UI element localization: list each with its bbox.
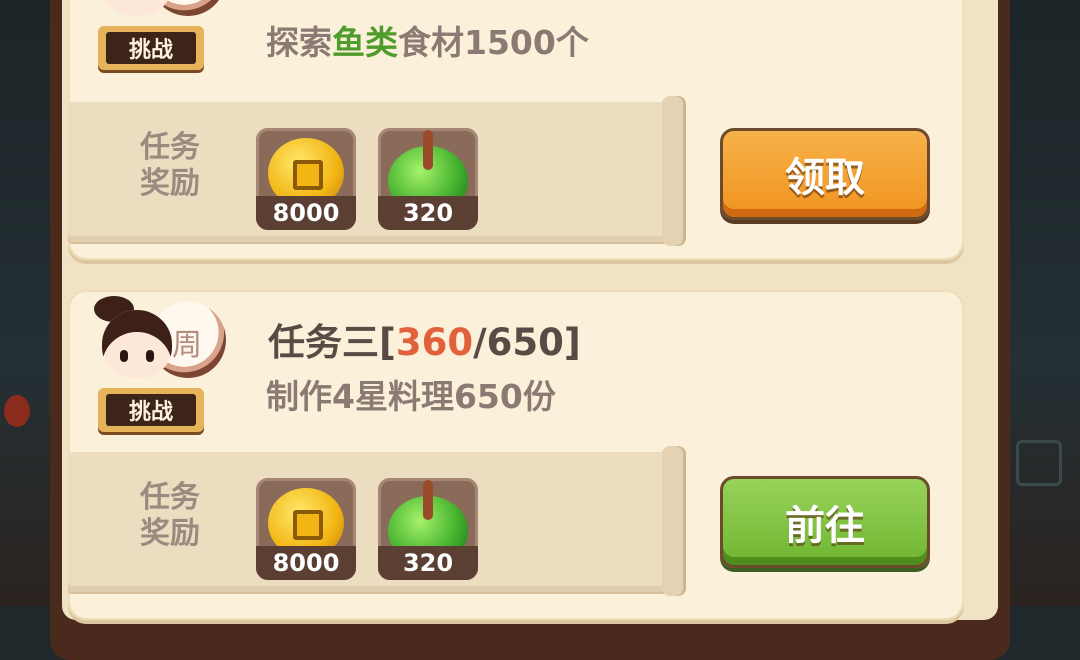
task-description: 探索鱼类食材1500个 xyxy=(266,23,589,62)
avatar-face xyxy=(102,310,172,378)
reward-amount: 320 xyxy=(378,546,478,580)
week-plate-label: 周 xyxy=(172,328,202,363)
task-card: 周 挑战 探索鱼类食材1500个 任务奖励 8000 320 领取 xyxy=(68,0,964,260)
reward-amount: 8000 xyxy=(256,546,356,580)
reward-gourd: 320 xyxy=(378,478,478,580)
challenge-avatar: 周 挑战 xyxy=(80,0,230,80)
lantern-decoration xyxy=(4,395,30,427)
challenge-badge: 挑战 xyxy=(98,26,204,70)
task-card: 周 挑战 任务三[360/650] 制作4星料理650份 任务奖励 8000 3… xyxy=(68,290,964,620)
window-decoration xyxy=(1016,440,1062,486)
reward-amount: 320 xyxy=(378,196,478,230)
task-title: 任务三[360/650] xyxy=(268,321,581,364)
challenge-avatar: 周 挑战 xyxy=(80,292,230,442)
reward-amount: 8000 xyxy=(256,196,356,230)
claim-button[interactable]: 领取 xyxy=(720,128,930,220)
week-plate-label: 周 xyxy=(172,0,202,2)
reward-scroll: 任务奖励 8000 320 xyxy=(68,446,686,596)
task-description: 制作4星料理650份 xyxy=(266,377,556,416)
scroll-roll xyxy=(662,96,686,246)
reward-coin: 8000 xyxy=(256,128,356,230)
scroll-roll xyxy=(662,446,686,596)
reward-label: 任务奖励 xyxy=(140,130,200,201)
challenge-badge-label: 挑战 xyxy=(106,32,196,64)
reward-coin: 8000 xyxy=(256,478,356,580)
reward-gourd: 320 xyxy=(378,128,478,230)
reward-label: 任务奖励 xyxy=(140,480,200,551)
challenge-badge: 挑战 xyxy=(98,388,204,432)
go-button[interactable]: 前往 xyxy=(720,476,930,568)
background-right xyxy=(1000,0,1080,606)
reward-scroll: 任务奖励 8000 320 xyxy=(68,96,686,246)
avatar-face xyxy=(102,0,172,16)
challenge-badge-label: 挑战 xyxy=(106,394,196,426)
